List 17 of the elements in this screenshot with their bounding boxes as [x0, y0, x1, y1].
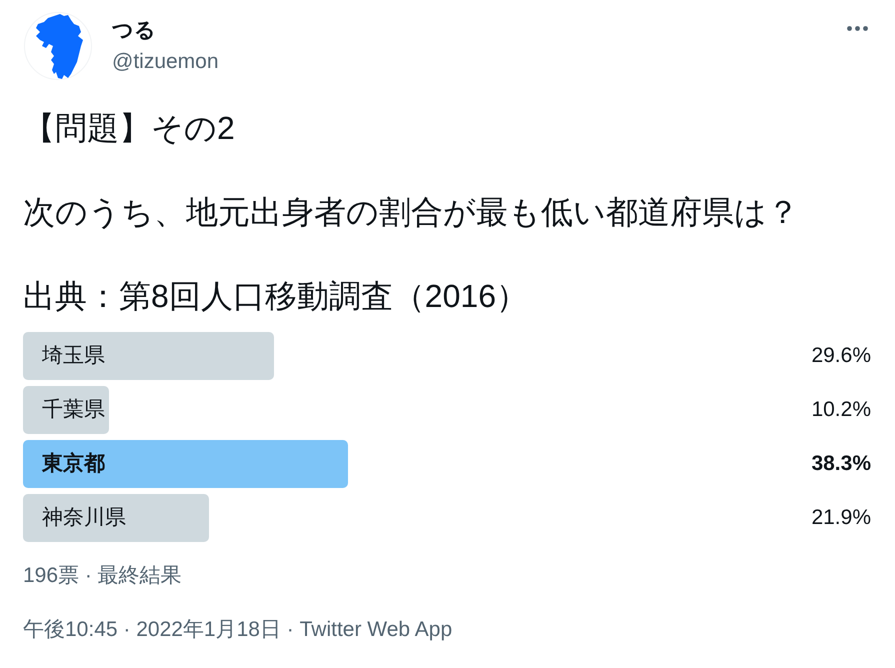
poll-percentage: 10.2%: [811, 397, 871, 423]
poll-percentage: 38.3%: [811, 451, 871, 477]
user-handle[interactable]: @tizuemon: [112, 48, 219, 76]
display-name[interactable]: つる: [112, 17, 219, 45]
tweet-text: 【問題】その2: [23, 109, 236, 148]
poll-option-label: 埼玉県: [42, 343, 105, 369]
poll-option-label: 神奈川県: [42, 505, 126, 531]
tweet-text: 次のうち、地元出身者の割合が最も低い都道府県は？: [23, 193, 800, 232]
poll-vote-summary: 196票 · 最終結果: [23, 563, 182, 589]
poll-option-label: 千葉県: [42, 397, 105, 423]
island-map-avatar-icon[interactable]: [24, 12, 92, 80]
poll-percentage: 29.6%: [811, 343, 871, 369]
poll-percentage: 21.9%: [811, 505, 871, 531]
more-options-icon[interactable]: [847, 26, 868, 31]
poll-option-label: 東京都: [42, 450, 105, 477]
tweet-text: 出典：第8回人口移動調査（2016）: [23, 277, 529, 316]
tweet-timestamp[interactable]: 午後10:45 · 2022年1月18日 · Twitter Web App: [23, 616, 452, 644]
